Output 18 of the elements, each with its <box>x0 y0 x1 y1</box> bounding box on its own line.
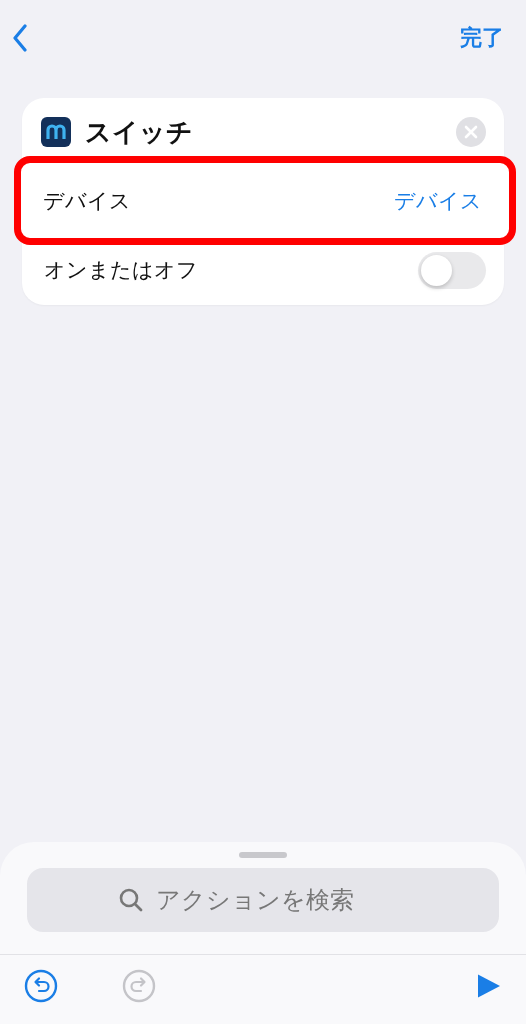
remove-button[interactable] <box>456 117 486 147</box>
parameter-label: オンまたはオフ <box>44 257 198 284</box>
run-button[interactable] <box>476 972 502 1000</box>
action-title: スイッチ <box>85 115 194 149</box>
back-button[interactable] <box>12 24 28 52</box>
play-icon <box>476 972 502 1000</box>
search-field[interactable]: アクションを検索 <box>154 885 408 915</box>
search-bar[interactable]: アクションを検索 <box>27 868 499 932</box>
parameter-label: デバイス <box>43 187 131 215</box>
toggle-switch[interactable] <box>418 251 486 289</box>
app-icon <box>41 117 71 147</box>
close-icon <box>456 117 486 147</box>
done-button[interactable]: 完了 <box>460 23 504 53</box>
search-icon <box>118 887 144 913</box>
parameter-value[interactable]: デバイス <box>394 186 482 215</box>
undo-button[interactable] <box>24 969 58 1003</box>
chevron-left-icon <box>12 24 28 52</box>
sheet-handle[interactable] <box>239 852 287 858</box>
